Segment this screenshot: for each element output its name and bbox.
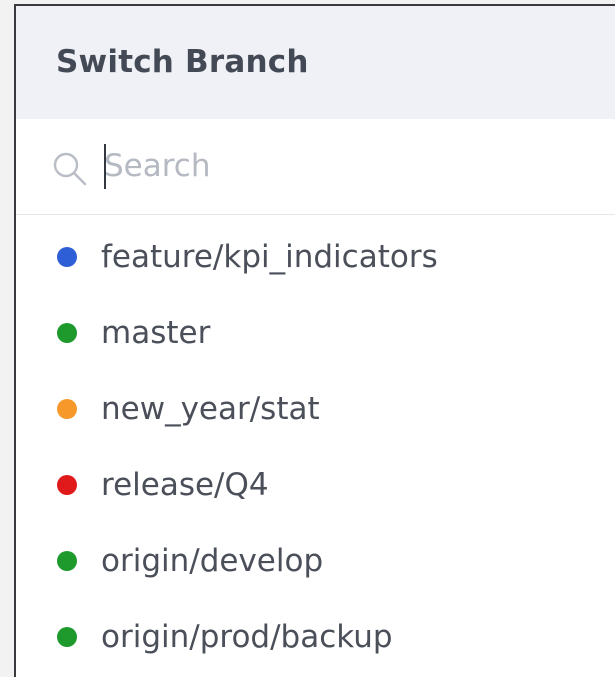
branch-item[interactable]: feature/kpi_indicators bbox=[16, 219, 615, 295]
branch-label: origin/develop bbox=[101, 543, 324, 579]
branch-item[interactable]: master bbox=[16, 295, 615, 371]
branch-status-dot bbox=[57, 475, 77, 495]
branch-label: origin/prod/backup bbox=[101, 619, 393, 655]
branch-status-dot bbox=[57, 399, 77, 419]
branch-item[interactable]: origin/prod/backup bbox=[16, 599, 615, 675]
branch-label: master bbox=[101, 315, 211, 351]
switch-branch-panel: Switch Branch feature/kpi_indicators mas… bbox=[14, 4, 615, 677]
branch-item[interactable]: new_year/stat bbox=[16, 371, 615, 447]
text-cursor bbox=[104, 144, 106, 189]
branch-status-dot bbox=[57, 627, 77, 647]
branch-label: release/Q4 bbox=[101, 467, 269, 503]
search-icon bbox=[53, 152, 87, 186]
branch-label: new_year/stat bbox=[101, 391, 320, 427]
branch-label: feature/kpi_indicators bbox=[101, 239, 438, 275]
branch-status-dot bbox=[57, 247, 77, 267]
branch-item[interactable]: origin/develop bbox=[16, 523, 615, 599]
search-bar bbox=[16, 119, 615, 215]
panel-header: Switch Branch bbox=[16, 6, 615, 119]
panel-title: Switch Branch bbox=[56, 43, 309, 80]
search-input[interactable] bbox=[104, 141, 584, 191]
branch-item[interactable]: release/Q4 bbox=[16, 447, 615, 523]
branch-list: feature/kpi_indicators master new_year/s… bbox=[16, 215, 615, 675]
branch-status-dot bbox=[57, 551, 77, 571]
branch-status-dot bbox=[57, 323, 77, 343]
